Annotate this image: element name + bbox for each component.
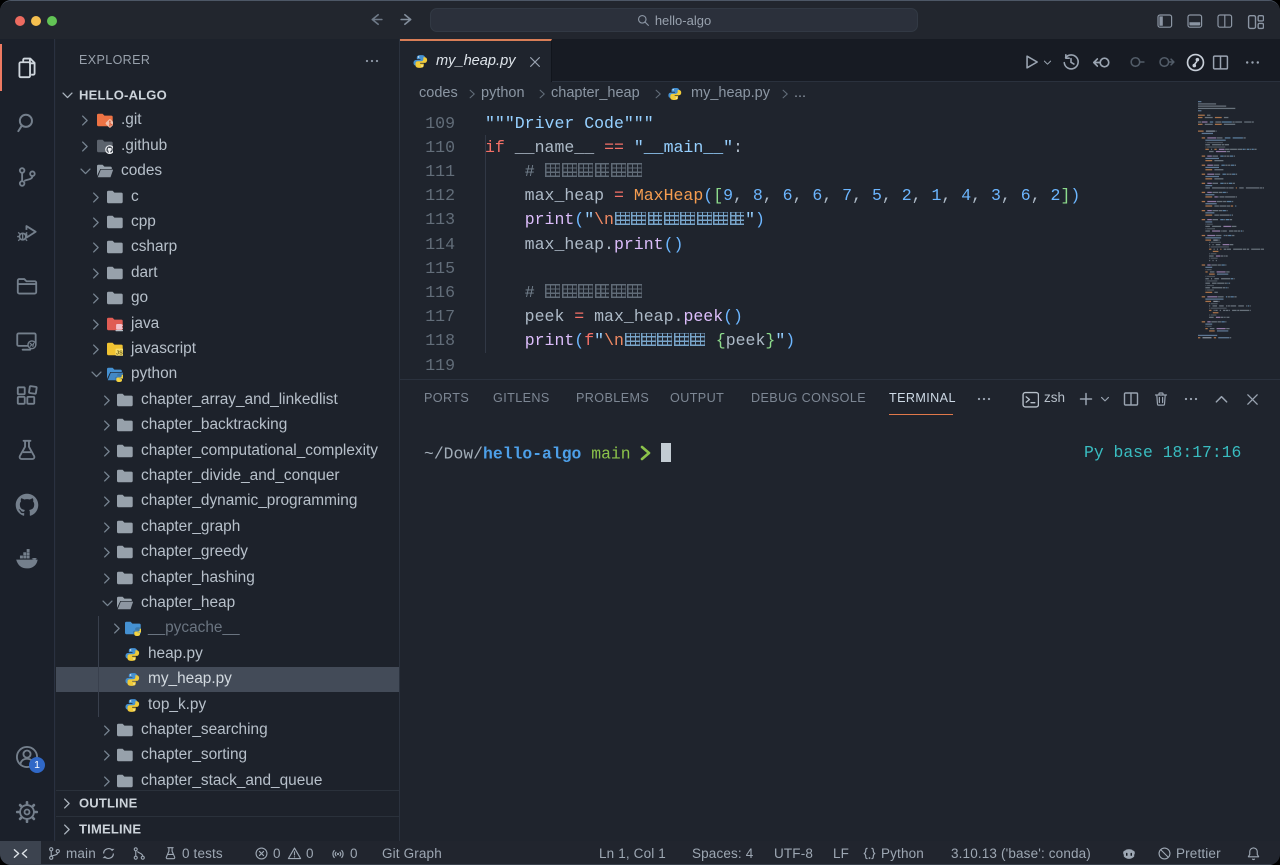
svg-text:JS: JS <box>116 350 123 356</box>
